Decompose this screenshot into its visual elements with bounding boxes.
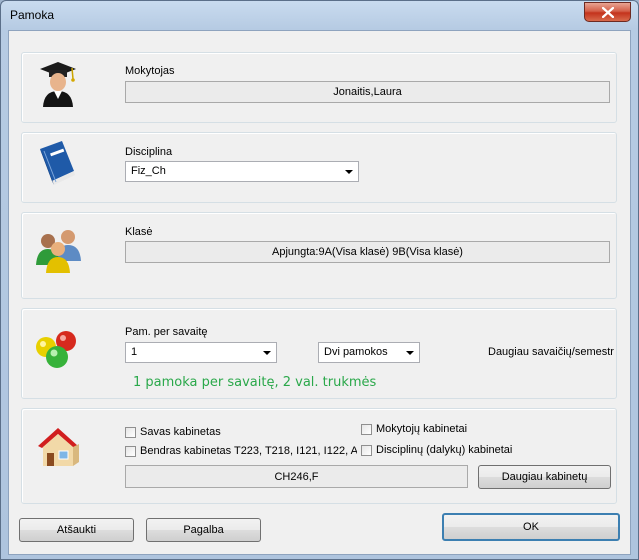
teacher-field[interactable]: Jonaitis,Laura [125,81,610,103]
cancel-button[interactable]: Atšaukti [19,518,134,542]
discipline-rooms-checkbox[interactable]: Disciplinų (dalykų) kabinetai [361,444,611,456]
own-room-label: Savas kabinetas [140,426,221,438]
book-icon [40,141,75,185]
lesson-duration-value: Dvi pamokos [324,346,388,358]
discipline-panel: Disciplina Fiz_Ch [21,132,617,203]
ok-button[interactable]: OK [442,513,620,541]
teacher-rooms-checkbox-box[interactable] [361,423,372,435]
more-rooms-button[interactable]: Daugiau kabinetų [478,465,611,489]
house-icon [38,428,79,466]
discipline-label: Disciplina [125,146,173,158]
chevron-down-icon [406,351,414,355]
graduate-icon [40,62,76,107]
rooms-panel: Savas kabinetas Mokytojų kabinetai Bendr… [21,408,617,504]
own-room-checkbox[interactable]: Savas kabinetas [125,426,353,438]
balls-icon [36,331,76,368]
class-field[interactable]: Apjungta:9A(Visa klasė) 9B(Visa klasė) [125,241,610,263]
discipline-rooms-checkbox-box[interactable] [361,444,372,456]
shared-room-checkbox[interactable]: Bendras kabinetas T223, T218, I121, I122… [125,445,357,457]
lessons-panel: Pam. per savaitę 1 Dvi pamokos Daugiau s… [21,308,617,399]
shared-room-checkbox-box[interactable] [125,445,136,457]
discipline-select[interactable]: Fiz_Ch [125,161,359,182]
teacher-rooms-checkbox[interactable]: Mokytojų kabinetai [361,423,601,435]
own-room-checkbox-box[interactable] [125,426,136,438]
window-title: Pamoka [10,8,55,22]
teacher-label: Mokytojas [125,65,175,77]
chevron-down-icon [345,170,353,174]
help-button[interactable]: Pagalba [146,518,261,542]
lessons-per-week-label: Pam. per savaitę [125,326,208,338]
lessons-count-value: 1 [131,346,138,358]
class-label: Klasė [125,226,153,238]
dialog-client-area: Mokytojas Jonaitis,Laura Disciplina Fiz_… [8,30,631,555]
more-weeks-link[interactable]: Daugiau savaičių/semestr [488,346,616,358]
shared-room-label: Bendras kabinetas T223, T218, I121, I122… [140,445,357,457]
teacher-panel: Mokytojas Jonaitis,Laura [21,52,617,123]
group-icon [36,230,81,273]
teacher-rooms-label: Mokytojų kabinetai [376,423,468,435]
lessons-count-select[interactable]: 1 [125,342,277,363]
title-bar[interactable]: Pamoka [1,1,638,29]
lessons-summary: 1 pamoka per savaitę, 2 val. trukmės [133,375,377,390]
lesson-duration-select[interactable]: Dvi pamokos [318,342,420,363]
chevron-down-icon [263,351,271,355]
dialog-window: Pamoka Mokytojas Jonaitis,Laura Discipli… [0,0,639,560]
close-button[interactable] [584,2,631,22]
class-panel: Klasė Apjungta:9A(Visa klasė) 9B(Visa kl… [21,212,617,299]
room-field[interactable]: CH246,F [125,465,468,488]
close-icon [601,6,614,18]
discipline-rooms-label: Disciplinų (dalykų) kabinetai [376,444,513,456]
discipline-select-value: Fiz_Ch [131,165,166,177]
